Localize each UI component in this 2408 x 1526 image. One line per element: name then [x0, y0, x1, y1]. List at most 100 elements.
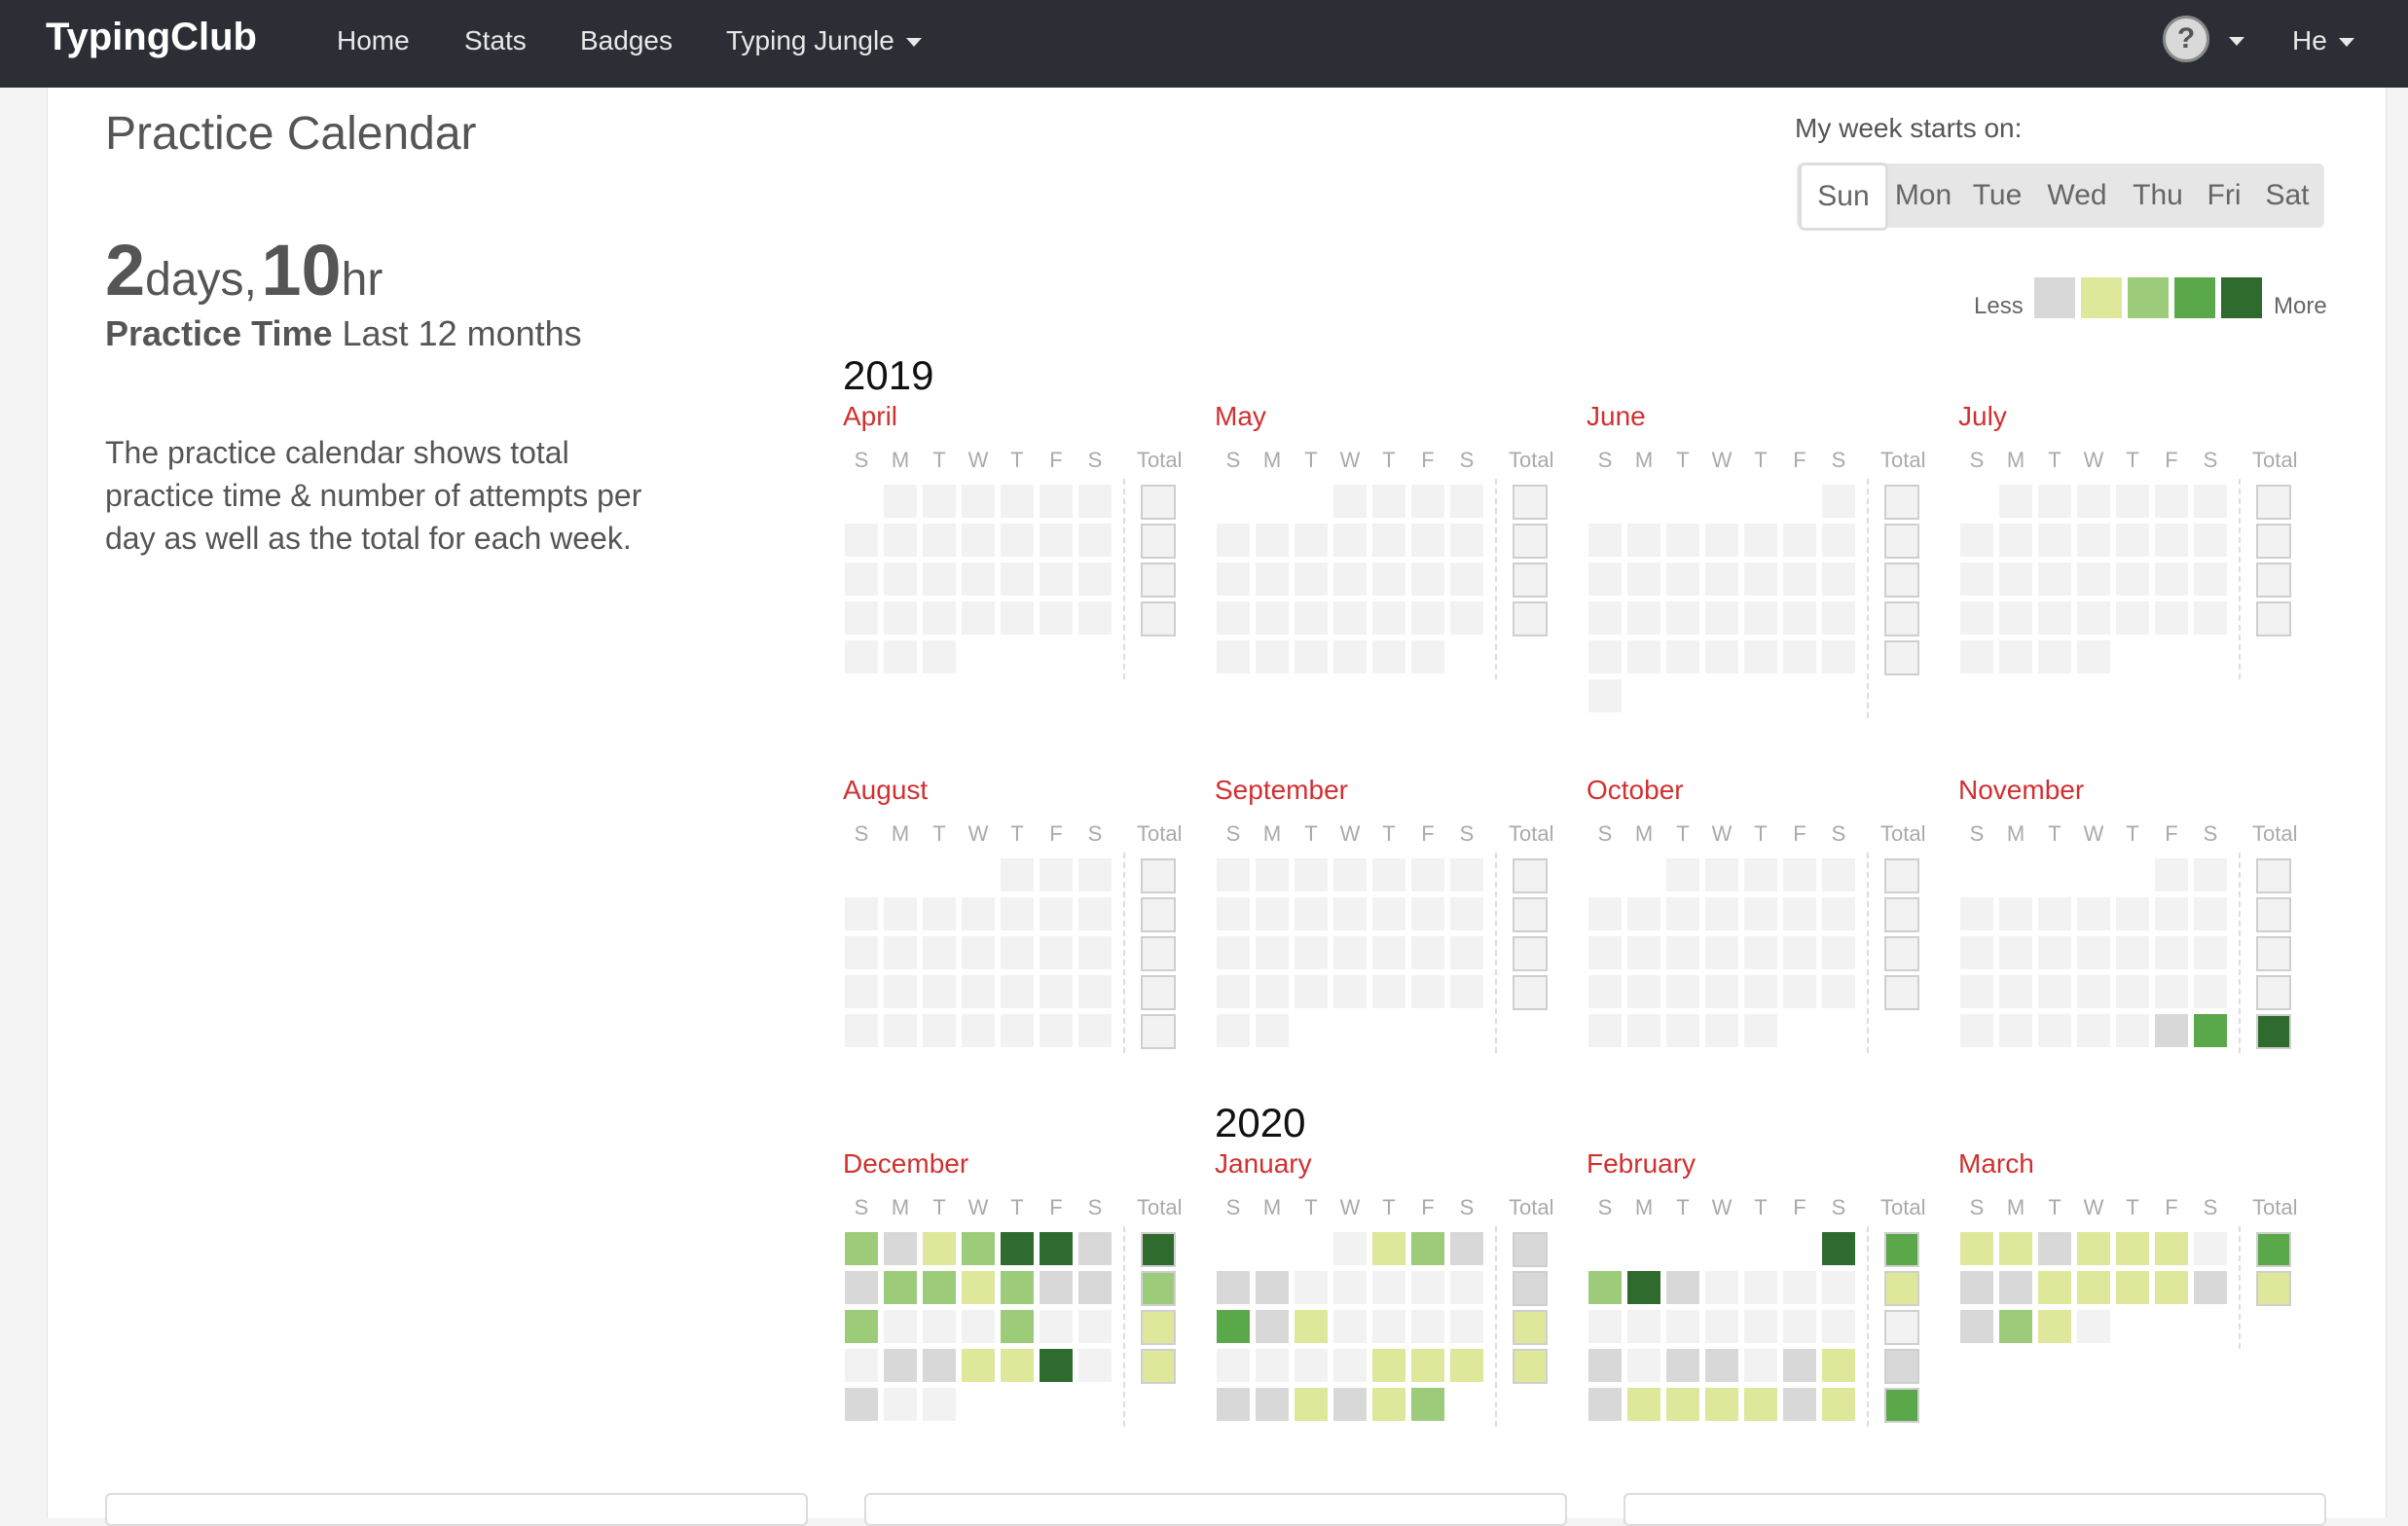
- day-cell[interactable]: [1666, 975, 1699, 1008]
- day-cell[interactable]: [1744, 563, 1777, 596]
- day-cell[interactable]: [962, 897, 995, 930]
- week-total-cell[interactable]: [1884, 1310, 1919, 1345]
- day-cell[interactable]: [1783, 601, 1816, 635]
- day-cell[interactable]: [1217, 563, 1250, 596]
- week-total-cell[interactable]: [1141, 897, 1176, 932]
- day-cell[interactable]: [1705, 1014, 1738, 1047]
- day-cell[interactable]: [2155, 975, 2188, 1008]
- day-cell[interactable]: [1822, 897, 1855, 930]
- day-cell[interactable]: [2155, 601, 2188, 635]
- day-cell[interactable]: [2038, 1232, 2071, 1265]
- day-cell[interactable]: [1372, 485, 1405, 518]
- day-cell[interactable]: [845, 1349, 878, 1382]
- chevron-down-icon[interactable]: [2229, 37, 2244, 46]
- day-cell[interactable]: [884, 1349, 917, 1382]
- day-cell[interactable]: [1411, 485, 1444, 518]
- day-cell[interactable]: [1822, 601, 1855, 635]
- day-cell[interactable]: [1960, 1232, 1993, 1265]
- day-cell[interactable]: [1295, 563, 1328, 596]
- day-cell[interactable]: [2155, 1271, 2188, 1304]
- day-cell[interactable]: [1627, 1014, 1660, 1047]
- week-total-cell[interactable]: [1141, 563, 1176, 598]
- day-cell[interactable]: [923, 936, 956, 969]
- day-cell[interactable]: [923, 897, 956, 930]
- day-cell[interactable]: [1372, 936, 1405, 969]
- week-total-cell[interactable]: [2256, 485, 2291, 520]
- day-cell[interactable]: [1256, 936, 1289, 969]
- week-total-cell[interactable]: [1884, 936, 1919, 971]
- day-cell[interactable]: [2116, 1271, 2149, 1304]
- day-cell[interactable]: [2116, 1014, 2149, 1047]
- day-cell[interactable]: [2194, 1232, 2227, 1265]
- day-cell[interactable]: [2077, 1271, 2110, 1304]
- day-cell[interactable]: [1295, 897, 1328, 930]
- day-cell[interactable]: [884, 975, 917, 1008]
- week-total-cell[interactable]: [1513, 897, 1548, 932]
- day-cell[interactable]: [1960, 1310, 1993, 1343]
- day-cell[interactable]: [1078, 563, 1112, 596]
- day-cell[interactable]: [2194, 1014, 2227, 1047]
- day-cell[interactable]: [884, 1388, 917, 1421]
- week-total-cell[interactable]: [1513, 524, 1548, 559]
- day-cell[interactable]: [1450, 563, 1483, 596]
- day-cell[interactable]: [1217, 936, 1250, 969]
- day-cell[interactable]: [1217, 1014, 1250, 1047]
- day-cell[interactable]: [1295, 601, 1328, 635]
- day-cell[interactable]: [1411, 936, 1444, 969]
- week-total-cell[interactable]: [1141, 858, 1176, 893]
- day-cell[interactable]: [1217, 975, 1250, 1008]
- day-cell[interactable]: [1783, 897, 1816, 930]
- day-cell[interactable]: [2194, 936, 2227, 969]
- day-cell[interactable]: [1822, 1349, 1855, 1382]
- day-cell[interactable]: [1666, 563, 1699, 596]
- day-cell[interactable]: [1040, 485, 1073, 518]
- day-cell[interactable]: [1960, 640, 1993, 673]
- day-cell[interactable]: [1001, 936, 1034, 969]
- day-cell[interactable]: [1960, 1271, 1993, 1304]
- day-cell[interactable]: [1783, 563, 1816, 596]
- day-cell[interactable]: [1627, 1310, 1660, 1343]
- day-cell[interactable]: [1372, 1271, 1405, 1304]
- week-total-cell[interactable]: [2256, 601, 2291, 636]
- week-total-cell[interactable]: [2256, 1271, 2291, 1306]
- day-cell[interactable]: [2038, 1271, 2071, 1304]
- day-cell[interactable]: [1040, 1014, 1073, 1047]
- day-cell[interactable]: [1217, 524, 1250, 557]
- week-total-cell[interactable]: [1141, 1232, 1176, 1267]
- day-cell[interactable]: [2155, 524, 2188, 557]
- day-cell[interactable]: [1744, 858, 1777, 891]
- day-cell[interactable]: [1333, 563, 1367, 596]
- day-cell[interactable]: [1040, 858, 1073, 891]
- day-cell[interactable]: [1744, 1388, 1777, 1421]
- day-cell[interactable]: [1040, 563, 1073, 596]
- day-cell[interactable]: [1999, 1271, 2032, 1304]
- day-cell[interactable]: [1450, 601, 1483, 635]
- day-cell[interactable]: [923, 1232, 956, 1265]
- week-total-cell[interactable]: [1884, 1232, 1919, 1267]
- day-cell[interactable]: [1078, 858, 1112, 891]
- day-cell[interactable]: [1783, 1310, 1816, 1343]
- day-cell[interactable]: [884, 563, 917, 596]
- day-cell[interactable]: [923, 1349, 956, 1382]
- day-cell[interactable]: [1411, 640, 1444, 673]
- day-cell[interactable]: [1588, 1349, 1622, 1382]
- day-cell[interactable]: [884, 524, 917, 557]
- week-start-mon[interactable]: Mon: [1886, 164, 1960, 228]
- day-cell[interactable]: [1372, 1310, 1405, 1343]
- day-cell[interactable]: [1001, 1349, 1034, 1382]
- day-cell[interactable]: [884, 897, 917, 930]
- day-cell[interactable]: [1999, 1014, 2032, 1047]
- day-cell[interactable]: [1783, 640, 1816, 673]
- day-cell[interactable]: [2155, 1232, 2188, 1265]
- week-start-sat[interactable]: Sat: [2252, 164, 2322, 228]
- day-cell[interactable]: [1001, 524, 1034, 557]
- week-start-sun[interactable]: Sun: [1799, 163, 1888, 231]
- week-total-cell[interactable]: [1141, 1014, 1176, 1049]
- day-cell[interactable]: [962, 524, 995, 557]
- week-total-cell[interactable]: [1884, 975, 1919, 1010]
- week-total-cell[interactable]: [1884, 601, 1919, 636]
- day-cell[interactable]: [923, 1310, 956, 1343]
- day-cell[interactable]: [923, 975, 956, 1008]
- week-total-cell[interactable]: [1884, 640, 1919, 675]
- day-cell[interactable]: [1040, 975, 1073, 1008]
